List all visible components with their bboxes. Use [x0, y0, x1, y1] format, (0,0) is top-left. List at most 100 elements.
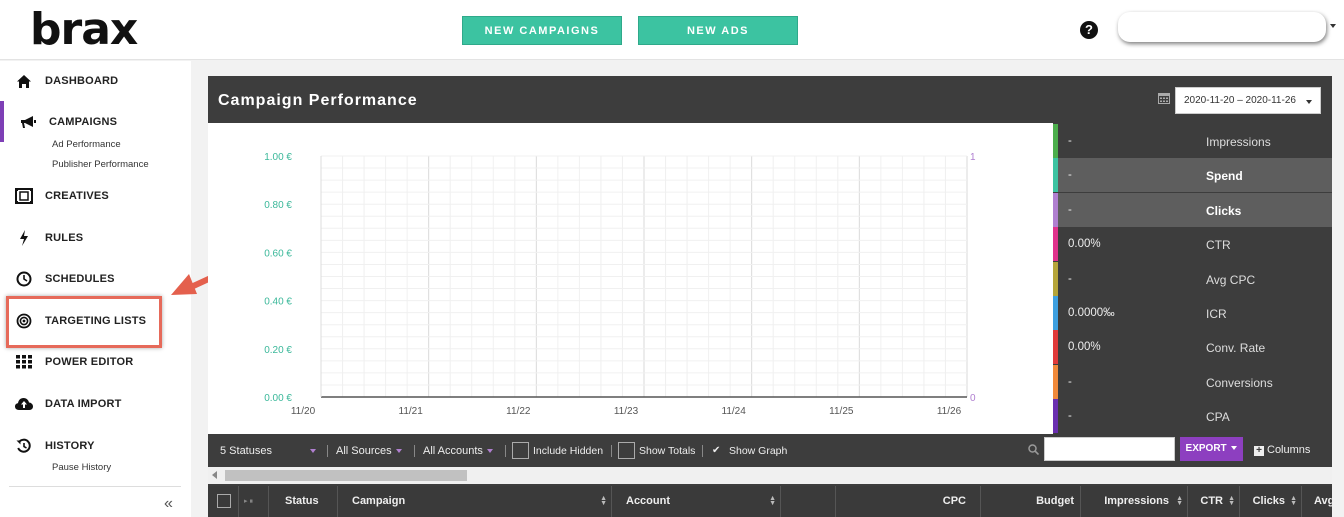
sidebar-subitem-publisher-performance[interactable]: Publisher Performance: [52, 159, 149, 170]
sort-icon[interactable]: ▲ ▼: [600, 495, 607, 507]
sidebar-subitem-pause-history[interactable]: Pause History: [52, 462, 111, 473]
sidebar-item-history[interactable]: HISTORY: [0, 432, 191, 460]
show-totals-label[interactable]: Show Totals: [639, 445, 695, 457]
annotation-highlight-box: [6, 296, 162, 348]
sort-icon[interactable]: ▲ ▼: [769, 495, 776, 507]
sort-icon[interactable]: ▲ ▼: [1228, 495, 1235, 507]
scrollbar-thumb[interactable]: [225, 470, 467, 481]
sidebar-subitem-ad-performance[interactable]: Ad Performance: [52, 139, 121, 150]
y-tick-label-left: 0.80 €: [264, 200, 292, 211]
campaign-performance-panel: Campaign Performance 2020-11-20 – 2020-1…: [208, 76, 1332, 517]
show-graph-check-icon[interactable]: ✔: [712, 445, 720, 456]
new-campaigns-button[interactable]: NEW CAMPAIGNS: [462, 16, 622, 45]
date-range-value: 2020-11-20 – 2020-11-26: [1184, 95, 1296, 106]
sidebar-item-label: CREATIVES: [45, 190, 109, 202]
user-menu-caret-icon[interactable]: [1330, 24, 1336, 28]
sidebar-item-campaigns[interactable]: CAMPAIGNS: [0, 108, 191, 136]
metric-row[interactable]: - Avg CPC: [1053, 261, 1332, 296]
column-header-clicks[interactable]: Clicks ▲ ▼: [1240, 486, 1302, 517]
play-pause-icon[interactable]: ▸ ⏸: [244, 486, 253, 517]
statuses-caret-icon[interactable]: [310, 449, 316, 453]
column-header-label: Impressions: [1104, 495, 1169, 507]
metric-row[interactable]: - CPA: [1053, 399, 1332, 434]
metric-row[interactable]: 0.0000‰ ICR: [1053, 296, 1332, 330]
sidebar-item-rules[interactable]: RULES: [0, 224, 191, 252]
include-hidden-label[interactable]: Include Hidden: [533, 445, 603, 457]
panel-title: Campaign Performance: [218, 92, 418, 109]
user-menu[interactable]: [1118, 12, 1326, 42]
export-button-label: EXPORT: [1185, 443, 1227, 454]
sidebar-item-label: POWER EDITOR: [45, 356, 134, 368]
sidebar-item-dashboard[interactable]: DASHBOARD: [0, 67, 191, 95]
column-header-status[interactable]: Status: [269, 486, 338, 517]
sidebar-item-data-import[interactable]: DATA IMPORT: [0, 390, 191, 418]
scroll-left-icon[interactable]: [212, 471, 217, 479]
separator: [702, 445, 703, 457]
sidebar-item-label: CAMPAIGNS: [49, 116, 118, 128]
x-tick-label: 11/24: [722, 406, 747, 417]
metric-value: -: [1068, 375, 1072, 388]
column-header-ctr[interactable]: CTR ▲ ▼: [1188, 486, 1240, 517]
brax-logo[interactable]: brax: [30, 4, 138, 55]
sidebar-item-creatives[interactable]: CREATIVES: [0, 182, 191, 210]
metric-row[interactable]: - Spend: [1053, 158, 1332, 193]
new-ads-button[interactable]: NEW ADS: [638, 16, 798, 45]
metric-color-bar: [1053, 330, 1058, 365]
separator: [611, 445, 612, 457]
metric-name: Avg CPC: [1206, 272, 1256, 287]
column-header-cpc[interactable]: CPC: [836, 486, 981, 517]
column-header-label: Campaign: [352, 495, 406, 507]
performance-chart: 0.00 € 0.20 € 0.40 € 0.60 € 0.80 € 1.00 € 0 1 11…: [208, 123, 1053, 434]
separator: [505, 445, 506, 457]
metric-row[interactable]: - Impressions: [1053, 124, 1332, 158]
y-tick-label-left: 0.60 €: [264, 248, 292, 259]
show-totals-checkbox[interactable]: [618, 442, 635, 459]
metric-color-bar: [1053, 227, 1058, 262]
metric-row[interactable]: 0.00% Conv. Rate: [1053, 330, 1332, 365]
x-tick-label: 11/23: [614, 406, 639, 417]
show-graph-label[interactable]: Show Graph: [729, 445, 787, 457]
metric-name: Impressions: [1206, 135, 1271, 149]
column-header-impressions[interactable]: Impressions ▲ ▼: [1081, 486, 1188, 517]
sidebar-item-schedules[interactable]: SCHEDULES: [0, 265, 191, 293]
horizontal-scrollbar[interactable]: [208, 467, 1332, 484]
include-hidden-checkbox[interactable]: [512, 442, 529, 459]
column-header-label: Budget: [1036, 495, 1074, 507]
export-button[interactable]: EXPORT: [1180, 437, 1243, 461]
column-header-budget[interactable]: Budget: [981, 486, 1081, 517]
calendar-icon[interactable]: [1158, 92, 1170, 104]
accounts-filter[interactable]: All Accounts: [423, 445, 493, 457]
column-header-account[interactable]: Account ▲ ▼: [612, 486, 781, 517]
statuses-filter[interactable]: 5 Statuses: [220, 445, 272, 457]
date-range-picker[interactable]: 2020-11-20 – 2020-11-26: [1175, 87, 1321, 114]
metric-value: 0.00%: [1068, 238, 1101, 251]
search-input[interactable]: [1044, 437, 1175, 461]
metric-name: Spend: [1206, 169, 1243, 184]
bolt-icon: [14, 229, 34, 247]
separator: [327, 445, 328, 457]
column-header-avg[interactable]: Avg: [1302, 486, 1332, 517]
metric-color-bar: [1053, 158, 1058, 193]
sort-icon[interactable]: ▲ ▼: [1176, 495, 1183, 507]
select-all-checkbox[interactable]: [217, 494, 231, 508]
help-icon[interactable]: ?: [1080, 21, 1098, 39]
x-tick-label: 11/22: [506, 406, 531, 417]
cloud-upload-icon: [14, 395, 34, 413]
history-icon: [14, 437, 34, 455]
sidebar-item-label: RULES: [45, 232, 84, 244]
collapse-sidebar-icon[interactable]: «: [164, 495, 173, 513]
metric-name: CPA: [1206, 410, 1230, 425]
chevron-down-icon: [1306, 100, 1312, 104]
sources-filter[interactable]: All Sources: [336, 445, 402, 457]
separator: [414, 445, 415, 457]
column-header-campaign[interactable]: Campaign ▲ ▼: [338, 486, 612, 517]
sidebar-item-power-editor[interactable]: POWER EDITOR: [0, 348, 191, 376]
sort-icon[interactable]: ▲ ▼: [1290, 495, 1297, 507]
table-header: ▸ ⏸ Status Campaign ▲ ▼ Account ▲ ▼ CPC Bu…: [208, 486, 1332, 517]
columns-button[interactable]: + Columns: [1254, 444, 1310, 456]
y-tick-label-right: 1: [970, 152, 976, 163]
metric-row[interactable]: - Conversions: [1053, 364, 1332, 399]
metric-row[interactable]: - Clicks: [1053, 192, 1332, 227]
metric-row[interactable]: 0.00% CTR: [1053, 227, 1332, 262]
metric-name: Clicks: [1206, 203, 1242, 218]
